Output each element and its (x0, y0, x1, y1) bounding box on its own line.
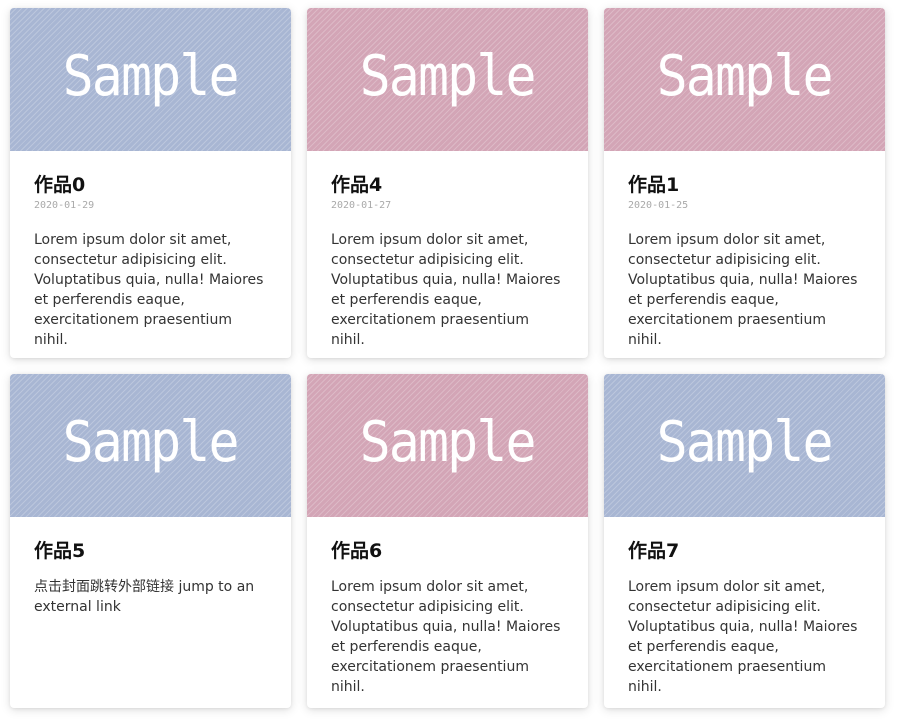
cover-sample-text: Sample (62, 410, 240, 475)
work-cover-image[interactable]: Sample (307, 8, 588, 151)
work-card[interactable]: Sample 作品1 2020-01-25 Lorem ipsum dolor … (604, 8, 885, 358)
work-cover-image[interactable]: Sample (604, 8, 885, 151)
work-card[interactable]: Sample 作品5 点击封面跳转外部链接 jump to an externa… (10, 374, 291, 708)
work-card[interactable]: Sample 作品0 2020-01-29 Lorem ipsum dolor … (10, 8, 291, 358)
cover-sample-text: Sample (359, 44, 537, 109)
portfolio-grid: Sample 作品0 2020-01-29 Lorem ipsum dolor … (10, 8, 885, 708)
work-card-body: 作品0 2020-01-29 Lorem ipsum dolor sit ame… (10, 151, 291, 350)
work-cover-image[interactable]: Sample (307, 374, 588, 517)
work-title[interactable]: 作品0 (34, 173, 267, 197)
work-card[interactable]: Sample 作品7 Lorem ipsum dolor sit amet, c… (604, 374, 885, 708)
cover-sample-text: Sample (656, 44, 834, 109)
work-date: 2020-01-29 (34, 200, 95, 211)
work-description: Lorem ipsum dolor sit amet, consectetur … (628, 579, 858, 695)
work-title[interactable]: 作品4 (331, 173, 564, 197)
work-card-body: 作品4 2020-01-27 Lorem ipsum dolor sit ame… (307, 151, 588, 350)
work-title[interactable]: 作品6 (331, 539, 564, 563)
cover-sample-text: Sample (359, 410, 537, 475)
work-cover-image[interactable]: Sample (604, 374, 885, 517)
work-card-body: 作品6 Lorem ipsum dolor sit amet, consecte… (307, 517, 588, 697)
work-card[interactable]: Sample 作品6 Lorem ipsum dolor sit amet, c… (307, 374, 588, 708)
work-description: Lorem ipsum dolor sit amet, consectetur … (628, 232, 858, 348)
work-cover-image[interactable]: Sample (10, 374, 291, 517)
work-card-body: 作品1 2020-01-25 Lorem ipsum dolor sit ame… (604, 151, 885, 350)
work-card-body: 作品5 点击封面跳转外部链接 jump to an external link (10, 517, 291, 617)
work-card-body: 作品7 Lorem ipsum dolor sit amet, consecte… (604, 517, 885, 697)
work-description: 点击封面跳转外部链接 jump to an external link (34, 579, 255, 615)
work-cover-image[interactable]: Sample (10, 8, 291, 151)
work-card[interactable]: Sample 作品4 2020-01-27 Lorem ipsum dolor … (307, 8, 588, 358)
work-description: Lorem ipsum dolor sit amet, consectetur … (331, 579, 561, 695)
work-date: 2020-01-25 (628, 200, 689, 211)
work-description: Lorem ipsum dolor sit amet, consectetur … (34, 232, 264, 348)
work-title[interactable]: 作品1 (628, 173, 861, 197)
work-date: 2020-01-27 (331, 200, 392, 211)
cover-sample-text: Sample (656, 410, 834, 475)
work-title[interactable]: 作品5 (34, 539, 267, 563)
work-title[interactable]: 作品7 (628, 539, 861, 563)
work-description: Lorem ipsum dolor sit amet, consectetur … (331, 232, 561, 348)
cover-sample-text: Sample (62, 44, 240, 109)
